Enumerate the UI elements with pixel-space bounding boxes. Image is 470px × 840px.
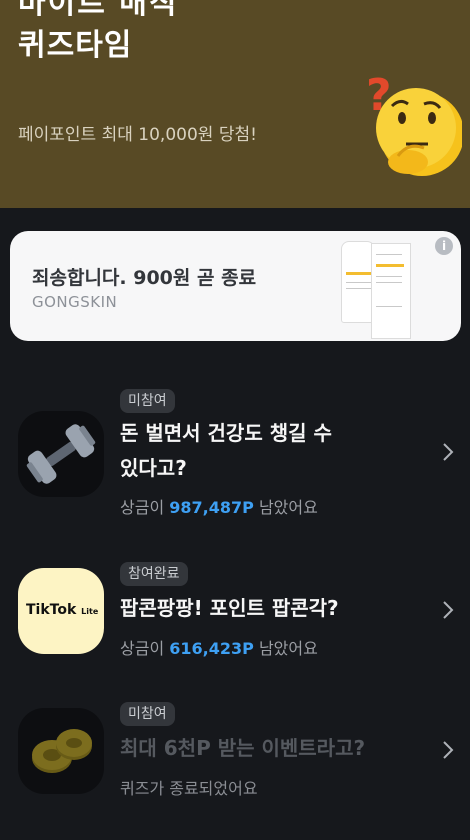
status-badge: 미참여 xyxy=(120,702,175,726)
status-badge: 미참여 xyxy=(120,389,175,413)
prize-text: 상금이 987,487P 남았어요 xyxy=(120,494,318,518)
quiz-title: 최대 6천P 받는 이벤트라고? xyxy=(120,736,366,760)
prize-text: 상금이 616,423P 남았어요 xyxy=(120,635,318,659)
prize-suffix: 남았어요 xyxy=(253,498,318,517)
chevron-right-icon[interactable] xyxy=(440,440,456,464)
product-box-image xyxy=(371,243,411,339)
quiz-ended-text: 퀴즈가 종료되었어요 xyxy=(120,779,258,798)
quiz-item[interactable]: 미참여 돈 벌면서 건강도 챙길 수 있다고? 상금이 987,487P 남았어… xyxy=(0,385,470,525)
prize-amount: 616,423P xyxy=(169,639,254,658)
hero-title: 퀴즈타임 xyxy=(18,28,133,63)
quiz-item[interactable]: TikTok Lite 참여완료 팝콘팡팡! 포인트 팝콘각? 상금이 616,… xyxy=(0,560,470,700)
prize-amount: 987,487P xyxy=(169,498,254,517)
prize-prefix: 상금이 xyxy=(120,498,170,517)
hero-cut-title: 마이트 매직 xyxy=(18,0,179,21)
hero-banner[interactable]: 마이트 매직 퀴즈타임 페이포인트 최대 10,000원 당첨! ? xyxy=(0,0,470,208)
chevron-right-icon[interactable] xyxy=(440,598,456,622)
coins-icon xyxy=(18,708,104,794)
hero-subtitle: 페이포인트 최대 10,000원 당첨! xyxy=(18,125,257,145)
ad-card[interactable]: 죄송합니다. 900원 곧 종료 GONGSKIN i xyxy=(10,231,461,341)
dumbbell-icon xyxy=(18,411,104,497)
prize-prefix: 상금이 xyxy=(120,639,170,658)
quiz-title: 팝콘팡팡! 포인트 팝콘각? xyxy=(120,596,339,620)
quiz-item[interactable]: 미참여 최대 6천P 받는 이벤트라고? 퀴즈가 종료되었어요 xyxy=(0,700,470,840)
quiz-title-line-1: 돈 벌면서 건강도 챙길 수 xyxy=(120,421,332,445)
tiktok-logo-sub: Lite xyxy=(81,607,99,616)
prize-suffix: 남았어요 xyxy=(253,639,318,658)
tiktok-lite-logo: TikTok Lite xyxy=(18,568,104,654)
ad-title: 죄송합니다. 900원 곧 종료 xyxy=(32,267,257,289)
quiz-title-line-2: 있다고? xyxy=(120,456,187,480)
tiktok-logo-text: TikTok xyxy=(26,602,77,618)
chevron-right-icon[interactable] xyxy=(440,738,456,762)
status-badge: 참여완료 xyxy=(120,562,188,586)
thinking-face-icon: ? xyxy=(366,70,462,176)
ad-brand: GONGSKIN xyxy=(32,293,118,311)
product-tube-image xyxy=(341,241,375,323)
info-icon[interactable]: i xyxy=(435,237,453,255)
